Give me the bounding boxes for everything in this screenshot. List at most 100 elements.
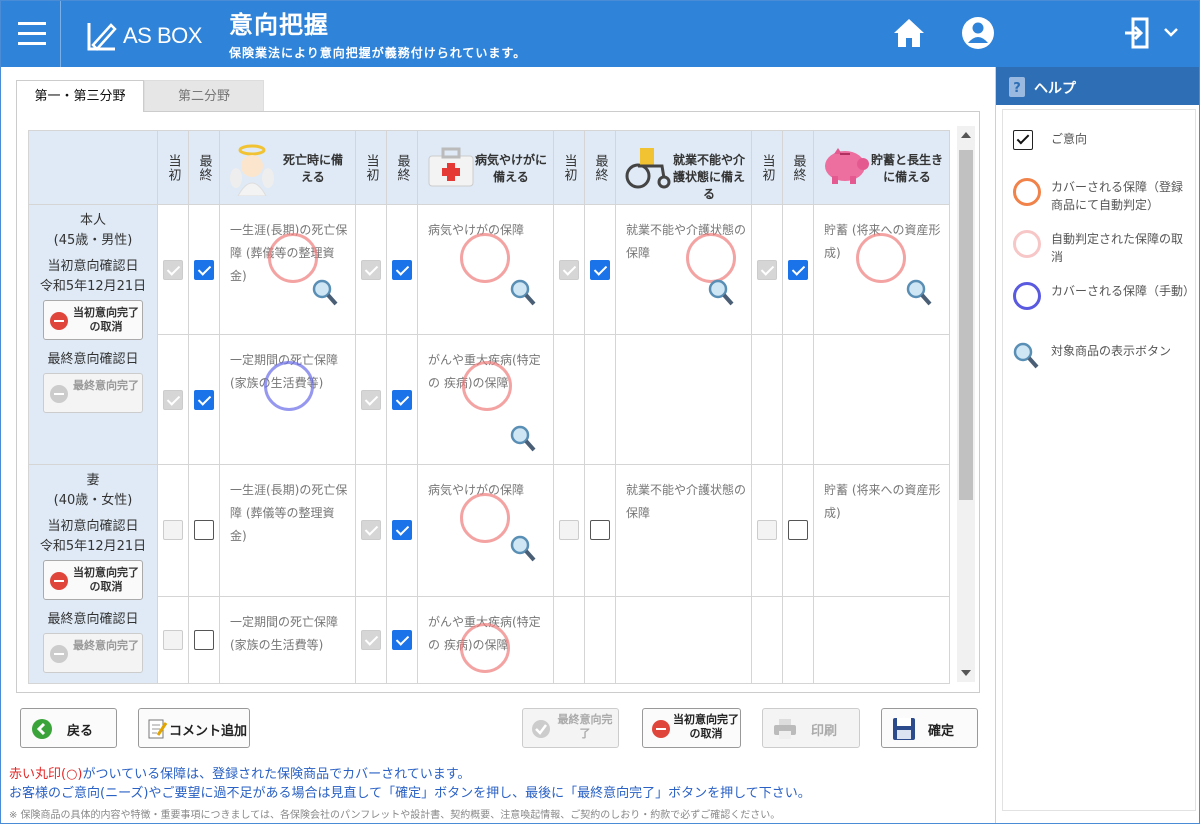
coverage-cell: 病気やけがの保障 — [417, 204, 554, 335]
menu-icon-bar — [18, 32, 46, 35]
final-complete-button[interactable]: 最終意向完了 — [522, 708, 619, 748]
initial-checkbox — [361, 520, 381, 541]
tab-non-life[interactable]: 第二分野 — [144, 80, 264, 112]
menu-button[interactable] — [1, 1, 61, 67]
blue-circle-icon — [1013, 282, 1041, 310]
coverage-label: 就業不能や介護状態の 保障 — [626, 483, 747, 520]
col-final: 最終 — [584, 130, 616, 205]
header-bar: AS BOX 意向把握 保険業法により意向把握が義務付けられています。 — [1, 1, 1199, 67]
coverage-cell — [615, 334, 752, 465]
coverage-cell: 貯蓄 (将来への資産形成) — [813, 204, 950, 335]
final-complete-button[interactable]: 最終意向完了 — [43, 373, 143, 413]
cancel-initial-button[interactable]: 当初意向完了の取消 — [642, 708, 741, 748]
scrollbar-thumb[interactable] — [959, 150, 973, 500]
help-legend: ご意向 カバーされる保障（登録商品にて自動判定） 自動判定された保障の取消 カバ… — [1002, 109, 1196, 811]
initial-checkbox — [163, 259, 183, 280]
checkbox-cell — [751, 334, 783, 465]
final-checkbox[interactable] — [788, 520, 808, 541]
page-subtitle: 保険業法により意向把握が義務付けられています。 — [229, 46, 527, 60]
vertical-scrollbar[interactable] — [957, 126, 975, 682]
checkbox-cell — [157, 464, 189, 597]
cancel-initial-button[interactable]: 当初意向完了の取消 — [43, 300, 143, 340]
magnifier-icon[interactable] — [906, 279, 932, 307]
final-checkbox[interactable] — [392, 520, 412, 541]
magnifier-icon[interactable] — [510, 425, 536, 453]
checkbox-cell — [355, 204, 387, 335]
help-book-icon: ? — [1009, 77, 1025, 97]
col-initial: 当初 — [355, 130, 387, 205]
initial-checkbox — [361, 259, 381, 280]
coverage-label: 貯蓄 (将来への資産形成) — [824, 483, 941, 520]
coverage-cell: 貯蓄 (将来への資産形成) — [813, 464, 950, 597]
initial-checkbox — [361, 389, 381, 410]
scroll-down-arrow-icon[interactable] — [961, 670, 971, 676]
back-arrow-icon — [32, 719, 52, 739]
person-age: (40歳・女性) — [53, 493, 133, 508]
initial-checkbox — [163, 520, 183, 541]
magnifier-icon[interactable] — [708, 279, 734, 307]
coverage-cell: 一生涯(長期)の死亡保障 (葬儀等の整理資金) — [219, 204, 356, 335]
checkbox-cell — [386, 204, 418, 335]
final-checkbox[interactable] — [392, 259, 412, 280]
cancel-initial-button[interactable]: 当初意向完了の取消 — [43, 560, 143, 600]
final-checkbox[interactable] — [194, 259, 214, 280]
initial-date-label: 当初意向確認日 — [47, 519, 139, 534]
magnifier-icon[interactable] — [510, 535, 536, 563]
col-disability: 就業不能や介護状態に備える — [615, 130, 752, 205]
table-row: 一定期間の死亡保障 (家族の生活費等) がんや重大疾病(特定の 疾病)の保障 — [29, 595, 950, 685]
note-line-1-text: がついている保障は、登録された保険商品でカバーされています。 — [82, 767, 471, 782]
needs-table: 当初 最終 死亡時に備える 当初 最終 病気やけがに備える 当初 最終 就業不能… — [28, 130, 950, 685]
red-circle-icon — [460, 233, 510, 283]
printer-icon — [774, 719, 796, 739]
col-final: 最終 — [188, 130, 220, 205]
magnifier-icon[interactable] — [312, 279, 338, 307]
needs-table-panel: 当初 最終 死亡時に備える 当初 最終 病気やけがに備える 当初 最終 就業不能… — [16, 111, 980, 693]
logout-menu[interactable] — [1121, 13, 1189, 53]
final-checkbox[interactable] — [194, 520, 214, 541]
coverage-cell: 一定期間の死亡保障 (家族の生活費等) — [219, 595, 356, 685]
person-age: (45歳・男性) — [53, 233, 133, 248]
table-row: 妻 (40歳・女性) 当初意向確認日 令和5年12月21日 当初意向完了の取消 最終意向確… — [28, 464, 950, 684]
final-date-label: 最終意向確認日 — [47, 352, 139, 367]
print-button[interactable]: 印刷 — [762, 708, 860, 748]
checkbox-cell — [188, 204, 220, 335]
initial-checkbox — [757, 259, 777, 280]
blue-circle-icon — [264, 361, 314, 411]
coverage-cell — [615, 595, 752, 685]
red-circle-icon — [460, 622, 510, 673]
col-final: 最終 — [782, 130, 814, 205]
add-comment-button[interactable]: コメント追加 — [138, 708, 250, 748]
red-circle-icon — [460, 493, 510, 543]
note-line-3: ※ 保険商品の具体的内容や特徴・重要事項につきましては、各保険会社のパンフレット… — [9, 810, 781, 821]
minus-circle-icon — [50, 312, 68, 330]
note-edit-icon — [148, 719, 167, 739]
coverage-cell — [813, 595, 950, 685]
checkbox-cell — [782, 204, 814, 335]
final-checkbox[interactable] — [392, 389, 412, 410]
final-checkbox[interactable] — [194, 629, 214, 650]
tab-life-medical[interactable]: 第一・第三分野 — [16, 80, 144, 112]
person-cell: 本人 (45歳・男性) 当初意向確認日 令和5年12月21日 当初意向完了の取消 最終意向… — [28, 204, 158, 465]
magnifier-icon[interactable] — [510, 279, 536, 307]
final-checkbox[interactable] — [590, 259, 610, 280]
user-icon[interactable] — [958, 13, 998, 53]
checkbox-cell — [157, 595, 189, 685]
final-complete-button[interactable]: 最終意向完了 — [43, 633, 143, 673]
coverage-cell: 一定期間の死亡保障 (家族の生活費等) — [219, 334, 356, 465]
scroll-up-arrow-icon[interactable] — [961, 132, 971, 138]
home-icon[interactable] — [889, 13, 929, 53]
final-checkbox[interactable] — [194, 389, 214, 410]
confirm-button[interactable]: 確定 — [881, 708, 978, 748]
col-illness: 病気やけがに備える — [417, 130, 554, 205]
back-button[interactable]: 戻る — [20, 708, 117, 748]
red-circle-note: 赤い丸印(○) — [9, 767, 83, 782]
col-initial: 当初 — [553, 130, 585, 205]
checkbox-cell — [584, 204, 616, 335]
final-checkbox[interactable] — [788, 259, 808, 280]
checkbox-cell — [584, 334, 616, 465]
final-checkbox[interactable] — [392, 629, 412, 650]
coverage-cell: 病気やけがの保障 — [417, 464, 554, 597]
person-name: 本人 — [79, 213, 106, 228]
final-checkbox[interactable] — [590, 520, 610, 541]
checkbox-cell — [188, 595, 220, 685]
